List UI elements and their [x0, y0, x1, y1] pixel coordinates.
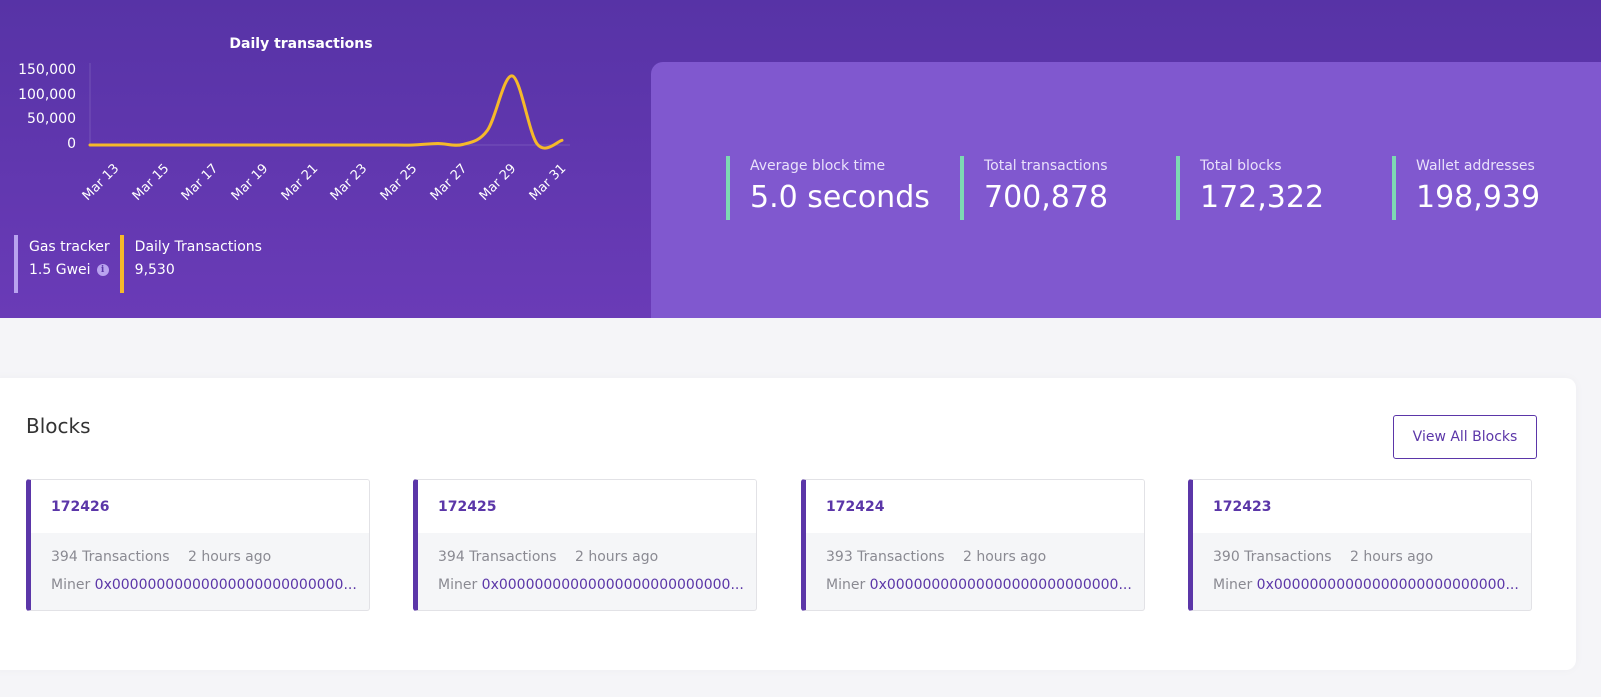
block-transactions-count: 394 Transactions — [51, 549, 170, 565]
stat-total-transactions: Total transactions 700,878 — [960, 156, 1108, 220]
stat-average-block-time: Average block time 5.0 seconds — [726, 156, 930, 220]
block-transactions-count: 394 Transactions — [438, 549, 557, 565]
stat-value: 5.0 seconds — [750, 180, 930, 215]
stat-label: Total blocks — [1200, 158, 1282, 174]
y-tick-label: 100,000 — [18, 86, 76, 103]
stat-value: 700,878 — [984, 180, 1109, 215]
block-tile[interactable]: 172425 394 Transactions 2 hours ago Mine… — [413, 479, 757, 611]
miner-address-link[interactable]: 0x00000000000000000000000000... — [95, 577, 357, 593]
block-number-link[interactable]: 172423 — [1213, 499, 1271, 515]
gas-tracker: Gas tracker 1.5 Gwei i — [14, 235, 110, 293]
stats-panel: Average block time 5.0 seconds Total tra… — [651, 62, 1601, 318]
block-transactions-count: 393 Transactions — [826, 549, 945, 565]
hero-section: Daily transactions 150,000 100,000 50,000 0… — [0, 0, 1601, 318]
view-all-blocks-button[interactable]: View All Blocks — [1393, 415, 1537, 459]
miner-label: Miner — [51, 577, 91, 593]
mini-stats: Gas tracker 1.5 Gwei i Daily Transaction… — [14, 235, 272, 293]
block-tile[interactable]: 172424 393 Transactions 2 hours ago Mine… — [801, 479, 1145, 611]
daily-transactions-stat: Daily Transactions 9,530 — [119, 235, 262, 293]
block-number-link[interactable]: 172424 — [826, 499, 884, 515]
daily-transactions-value: 9,530 — [134, 262, 175, 278]
stat-value: 172,322 — [1200, 180, 1325, 215]
info-icon[interactable]: i — [96, 264, 109, 276]
gas-tracker-value: 1.5 Gwei — [29, 262, 91, 278]
block-number-link[interactable]: 172425 — [438, 499, 496, 515]
miner-address-link[interactable]: 0x00000000000000000000000000... — [870, 577, 1132, 593]
block-age: 2 hours ago — [575, 549, 659, 565]
stat-wallet-addresses: Wallet addresses 198,939 — [1392, 156, 1540, 220]
y-tick-label: 0 — [67, 136, 76, 152]
miner-address-link[interactable]: 0x00000000000000000000000000... — [1257, 577, 1519, 593]
stat-value: 198,939 — [1416, 180, 1541, 215]
stat-label: Total transactions — [984, 158, 1108, 174]
y-tick-label: 150,000 — [18, 62, 76, 78]
series-line-0 — [88, 74, 564, 150]
block-number-link[interactable]: 172426 — [51, 499, 109, 515]
block-age: 2 hours ago — [1350, 549, 1434, 565]
stat-label: Average block time — [750, 158, 886, 174]
block-tile[interactable]: 172423 390 Transactions 2 hours ago Mine… — [1188, 479, 1532, 611]
gas-tracker-label: Gas tracker — [29, 239, 110, 255]
miner-label: Miner — [1213, 577, 1253, 593]
miner-address-link[interactable]: 0x00000000000000000000000000... — [482, 577, 744, 593]
blocks-card: Blocks View All Blocks 172426 394 Transa… — [0, 378, 1576, 670]
daily-transactions-label: Daily Transactions — [134, 239, 262, 255]
block-transactions-count: 390 Transactions — [1213, 549, 1332, 565]
miner-label: Miner — [826, 577, 866, 593]
stat-total-blocks: Total blocks 172,322 — [1176, 156, 1324, 220]
y-tick-label: 50,000 — [27, 111, 76, 128]
miner-label: Miner — [438, 577, 478, 593]
block-tile[interactable]: 172426 394 Transactions 2 hours ago Mine… — [26, 479, 370, 611]
block-age: 2 hours ago — [963, 549, 1047, 565]
block-age: 2 hours ago — [188, 549, 272, 565]
stat-label: Wallet addresses — [1416, 158, 1535, 174]
blocks-title: Blocks — [26, 414, 91, 438]
